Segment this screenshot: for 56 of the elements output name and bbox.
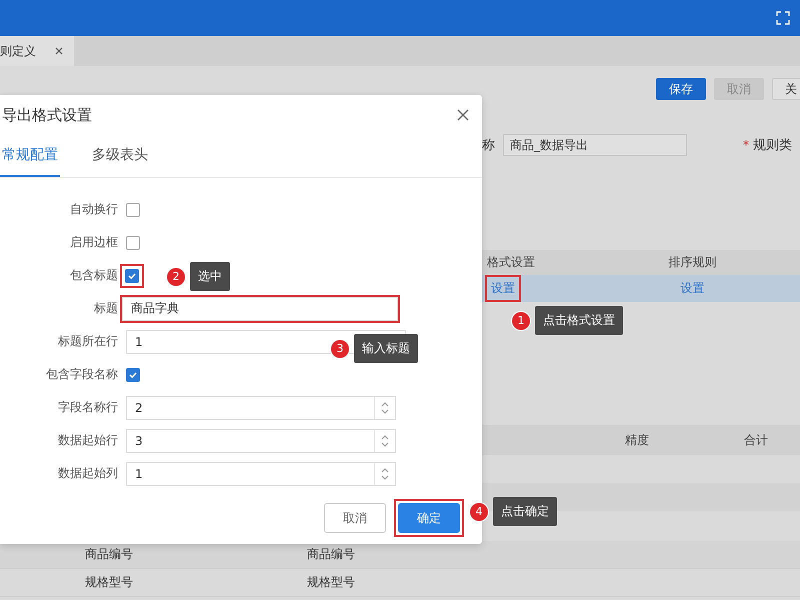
field-label: 数据起始列 [57, 465, 119, 482]
column-header: 排序规则 [668, 254, 718, 271]
column-header: 合计 [743, 432, 769, 448]
table-cell-text: 商品编号 [85, 546, 134, 563]
step-badge: 3 [331, 340, 349, 358]
callout-tooltip: 输入标题 [354, 334, 418, 363]
toolbar-button[interactable]: 关 [772, 78, 800, 100]
required-mark: * [743, 138, 749, 152]
field-label: 规则类 [753, 137, 792, 154]
dialog-tab[interactable]: 常规配置 [0, 135, 60, 177]
number-input[interactable]: 3 [126, 428, 396, 452]
number-input[interactable]: 2 [126, 396, 396, 420]
chevron-up-icon[interactable] [381, 466, 389, 472]
dialog-button[interactable]: 确定 [398, 503, 460, 533]
chevron-up-icon[interactable] [381, 434, 389, 440]
checkbox[interactable] [126, 236, 140, 250]
fullscreen-icon[interactable] [776, 11, 790, 25]
field-label: 自动换行 [69, 201, 119, 218]
name-input[interactable]: 商品_数据导出 [503, 134, 687, 156]
column-header: 格式设置 [486, 254, 536, 271]
field-label: 标题 [93, 300, 119, 317]
page-tab[interactable]: 则定义 [0, 36, 74, 66]
table-cell-text: 规格型号 [85, 574, 134, 591]
close-icon[interactable] [54, 46, 64, 56]
text-input[interactable]: 商品字典 [122, 296, 398, 320]
chevron-down-icon[interactable] [381, 442, 389, 448]
dialog-button[interactable]: 取消 [324, 503, 386, 533]
field-label: 数据起始行 [57, 432, 119, 449]
table-cell-text: 商品编号 [307, 546, 356, 563]
chevron-down-icon[interactable] [381, 474, 389, 480]
checkmark-icon [128, 370, 138, 380]
checkbox[interactable] [126, 368, 140, 382]
callout-tooltip: 点击确定 [493, 497, 557, 526]
field-label: 字段名称行 [57, 399, 119, 416]
field-label: 标题所在行 [57, 333, 119, 350]
field-label: 包含标题 [69, 267, 119, 284]
checkmark-icon [127, 270, 137, 280]
column-header: 精度 [624, 432, 650, 448]
field-label: 称 [482, 137, 495, 154]
close-icon[interactable] [456, 108, 470, 122]
toolbar-button[interactable]: 保存 [656, 78, 706, 100]
number-input[interactable]: 1 [126, 462, 396, 486]
checkbox[interactable] [125, 268, 139, 282]
field-label: 启用边框 [69, 234, 119, 251]
dialog-title: 导出格式设置 [2, 106, 92, 124]
checkbox[interactable] [126, 202, 140, 216]
chevron-up-icon[interactable] [381, 400, 389, 406]
step-badge: 2 [167, 268, 185, 286]
field-label: 包含字段名称 [45, 366, 119, 383]
chevron-down-icon[interactable] [381, 408, 389, 414]
step-badge: 1 [512, 312, 530, 330]
callout-tooltip: 点击格式设置 [535, 306, 623, 335]
table-cell-text: 规格型号 [307, 574, 356, 591]
dialog-tab[interactable]: 多级表头 [90, 135, 150, 177]
callout-tooltip: 选中 [190, 262, 230, 291]
step-badge: 4 [470, 502, 488, 520]
